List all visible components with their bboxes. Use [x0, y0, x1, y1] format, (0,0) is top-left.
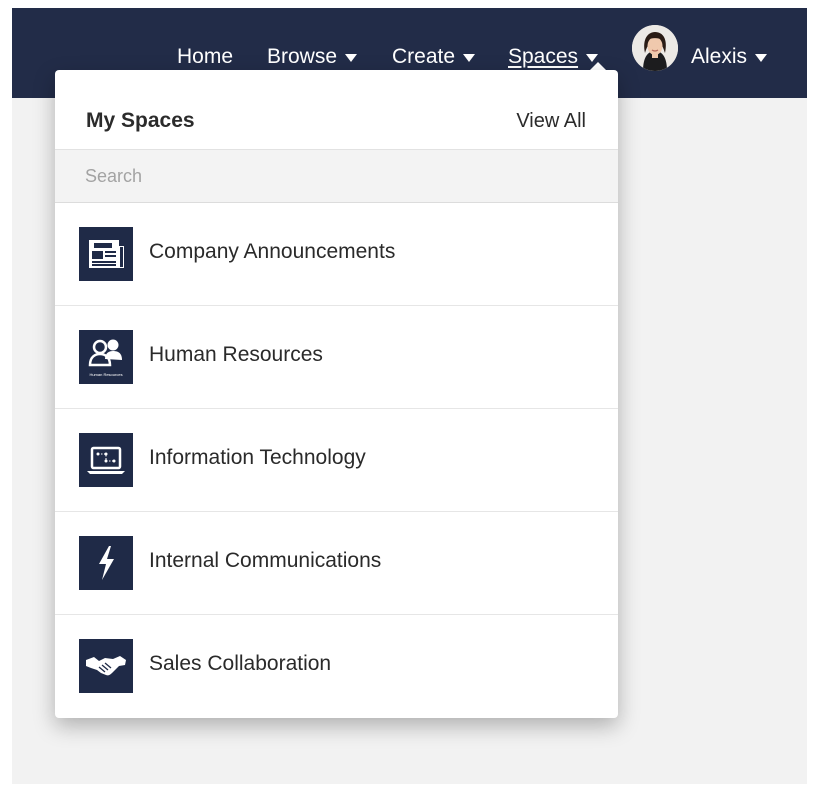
list-item-label: Internal Communications: [149, 549, 382, 572]
chevron-down-icon: [345, 54, 358, 62]
view-all-link[interactable]: View All: [516, 110, 586, 133]
list-item-company-announcements[interactable]: Company Announcements: [55, 203, 618, 306]
spaces-list: Company Announcements Human Resources Hu…: [55, 203, 618, 717]
list-item-label: Information Technology: [149, 446, 366, 469]
dropdown-header: My Spaces View All: [55, 70, 618, 150]
list-item-internal-communications[interactable]: Internal Communications: [55, 512, 618, 615]
list-item-sales-collaboration[interactable]: Sales Collaboration: [55, 615, 618, 717]
spaces-dropdown: My Spaces View All Company Announce: [55, 70, 618, 718]
newspaper-icon: [79, 227, 133, 281]
tile-caption: Human Resources: [89, 372, 123, 377]
nav-spaces-label: Spaces: [508, 45, 579, 68]
search-input[interactable]: [85, 163, 585, 189]
nav-browse[interactable]: Browse: [267, 44, 358, 70]
nav-browse-label: Browse: [267, 45, 338, 68]
people-icon: Human Resources: [79, 330, 133, 384]
nav-user-menu[interactable]: Alexis: [691, 44, 768, 70]
nav-home[interactable]: Home: [177, 44, 233, 70]
search-bar: [55, 150, 618, 203]
nav-create-label: Create: [392, 45, 456, 68]
laptop-icon: [79, 433, 133, 487]
list-item-label: Sales Collaboration: [149, 652, 332, 675]
nav-spaces[interactable]: Spaces: [508, 44, 599, 70]
nav-home-label: Home: [177, 45, 234, 68]
lightning-bolt-icon: [79, 536, 133, 590]
list-item-label: Human Resources: [149, 343, 323, 366]
user-photo-icon: [632, 25, 678, 71]
user-name: Alexis: [691, 45, 748, 68]
handshake-icon: [79, 639, 133, 693]
chevron-down-icon: [463, 54, 476, 62]
list-item-human-resources[interactable]: Human Resources Human Resources: [55, 306, 618, 409]
nav-create[interactable]: Create: [392, 44, 476, 70]
list-item-information-technology[interactable]: Information Technology: [55, 409, 618, 512]
chevron-down-icon: [755, 54, 768, 62]
list-item-label: Company Announcements: [149, 240, 396, 263]
avatar[interactable]: [632, 25, 678, 71]
dropdown-title: My Spaces: [86, 109, 195, 132]
chevron-down-icon: [586, 54, 599, 62]
